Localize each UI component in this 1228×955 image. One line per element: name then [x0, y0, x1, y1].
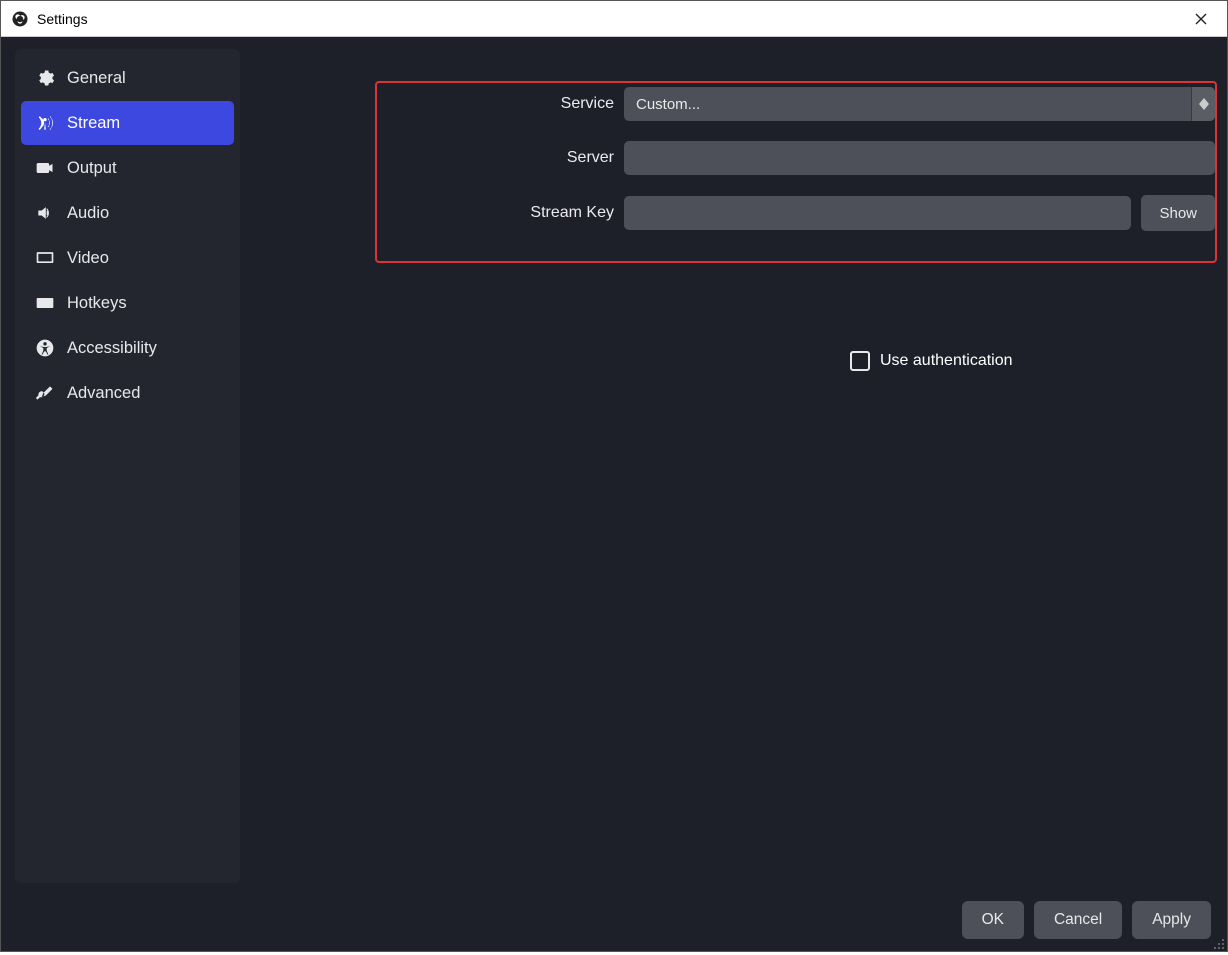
server-input[interactable] [624, 141, 1215, 175]
gear-icon [35, 68, 55, 88]
sidebar-item-label: Video [67, 249, 109, 268]
sidebar-item-audio[interactable]: Audio [21, 191, 234, 235]
sidebar-item-general[interactable]: General [21, 56, 234, 100]
settings-sidebar: General Stream Output Audio [15, 49, 240, 883]
app-icon [11, 10, 29, 28]
apply-button[interactable]: Apply [1132, 901, 1211, 939]
sidebar-item-label: Advanced [67, 384, 140, 403]
sidebar-item-hotkeys[interactable]: Hotkeys [21, 281, 234, 325]
settings-main-panel: Service Custom... Server Stream Key [240, 37, 1227, 895]
keyboard-icon [35, 293, 55, 313]
sidebar-item-output[interactable]: Output [21, 146, 234, 190]
dialog-footer: OK Cancel Apply [1, 895, 1227, 951]
sidebar-item-label: General [67, 69, 126, 88]
sidebar-item-accessibility[interactable]: Accessibility [21, 326, 234, 370]
service-select[interactable]: Custom... [624, 87, 1215, 121]
antenna-icon [35, 113, 55, 133]
titlebar: Settings [1, 1, 1227, 37]
use-auth-checkbox[interactable] [850, 351, 870, 371]
window-title: Settings [37, 11, 88, 27]
spinner-icon[interactable] [1191, 87, 1215, 121]
accessibility-icon [35, 338, 55, 358]
sidebar-item-label: Audio [67, 204, 109, 223]
tools-icon [35, 383, 55, 403]
streamkey-input[interactable] [624, 196, 1131, 230]
sidebar-item-label: Accessibility [67, 339, 157, 358]
sidebar-item-stream[interactable]: Stream [21, 101, 234, 145]
ok-button[interactable]: OK [962, 901, 1024, 939]
cancel-button[interactable]: Cancel [1034, 901, 1122, 939]
sidebar-item-label: Stream [67, 114, 120, 133]
sidebar-item-label: Hotkeys [67, 294, 127, 313]
monitor-icon [35, 248, 55, 268]
resize-grip-icon[interactable] [1213, 937, 1225, 949]
sidebar-item-advanced[interactable]: Advanced [21, 371, 234, 415]
service-label: Service [500, 95, 624, 113]
streamkey-label: Stream Key [500, 204, 624, 222]
sidebar-item-label: Output [67, 159, 117, 178]
service-select-value: Custom... [636, 96, 700, 113]
show-streamkey-button[interactable]: Show [1141, 195, 1215, 231]
sidebar-item-video[interactable]: Video [21, 236, 234, 280]
window-close-button[interactable] [1181, 4, 1221, 34]
server-label: Server [500, 149, 624, 167]
speaker-icon [35, 203, 55, 223]
use-auth-label: Use authentication [880, 352, 1013, 370]
camera-icon [35, 158, 55, 178]
